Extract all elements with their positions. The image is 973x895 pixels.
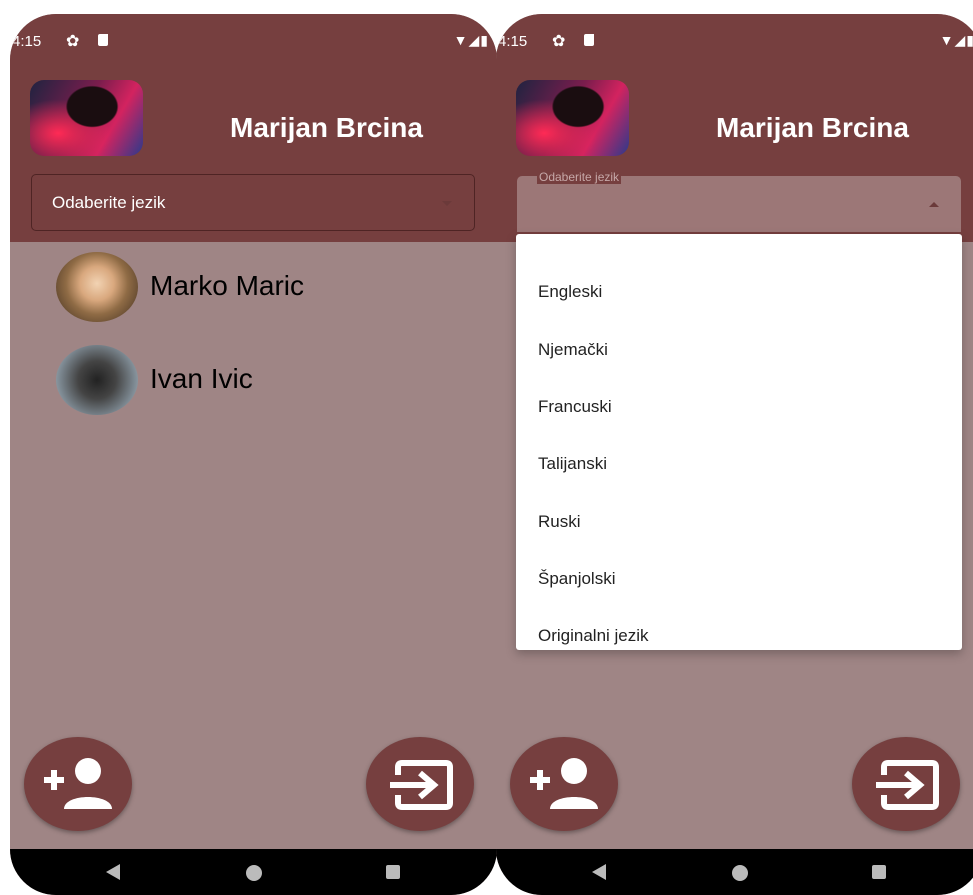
language-option[interactable]: Španjolski bbox=[538, 569, 616, 589]
add-contact-button[interactable] bbox=[24, 737, 132, 831]
wifi-signal-battery-icon: ▼◢▮ bbox=[939, 32, 973, 48]
recents-icon[interactable] bbox=[872, 865, 886, 879]
language-option[interactable]: Francuski bbox=[538, 397, 612, 417]
logout-button[interactable] bbox=[852, 737, 960, 831]
language-option[interactable]: Ruski bbox=[538, 512, 581, 532]
app-header: 4:15 ✿ ▼◢▮ Marijan Brcina Odaberite jezi… bbox=[496, 14, 973, 242]
status-time: 4:15 bbox=[12, 33, 42, 50]
exit-icon bbox=[390, 760, 453, 810]
profile-avatar[interactable] bbox=[30, 80, 143, 156]
language-option[interactable]: Engleski bbox=[538, 282, 602, 302]
system-nav-bar bbox=[496, 849, 973, 895]
app-header: 4:15 ✿ ▼◢▮ Marijan Brcina Odaberite jezi… bbox=[10, 14, 497, 242]
back-icon[interactable] bbox=[592, 864, 606, 880]
logout-button[interactable] bbox=[366, 737, 474, 831]
profile-avatar[interactable] bbox=[516, 80, 629, 156]
settings-status-icon: ✿ bbox=[552, 33, 566, 50]
contact-avatar bbox=[56, 252, 138, 322]
status-time: 4:15 bbox=[498, 33, 528, 50]
system-nav-bar bbox=[10, 849, 497, 895]
right-screen: 4:15 ✿ ▼◢▮ Marijan Brcina Odaberite jezi… bbox=[496, 14, 973, 895]
language-option[interactable]: Originalni jezik bbox=[538, 626, 649, 646]
language-menu: Engleski Njemački Francuski Talijanski R… bbox=[516, 234, 962, 650]
back-icon[interactable] bbox=[106, 864, 120, 880]
profile-name: Marijan Brcina bbox=[230, 112, 423, 143]
language-option[interactable]: Njemački bbox=[538, 340, 608, 360]
sd-card-icon bbox=[98, 34, 108, 46]
home-icon[interactable] bbox=[732, 865, 748, 881]
dropdown-arrow-up-icon bbox=[929, 202, 939, 207]
profile-name: Marijan Brcina bbox=[716, 112, 909, 143]
left-screen: 4:15 ✿ ▼◢▮ Marijan Brcina Odaberite jezi… bbox=[10, 14, 497, 895]
exit-icon bbox=[876, 760, 939, 810]
status-bar: 4:15 ✿ ▼◢▮ bbox=[496, 14, 973, 60]
status-bar: 4:15 ✿ ▼◢▮ bbox=[10, 14, 497, 60]
home-icon[interactable] bbox=[246, 865, 262, 881]
add-person-icon bbox=[44, 758, 112, 809]
contact-name: Marko Maric bbox=[150, 270, 305, 301]
add-contact-button[interactable] bbox=[510, 737, 618, 831]
contact-avatar bbox=[56, 345, 138, 415]
add-person-icon bbox=[530, 758, 598, 809]
language-option[interactable]: Talijanski bbox=[538, 454, 607, 474]
language-select-label: Odaberite jezik bbox=[537, 170, 622, 184]
settings-status-icon: ✿ bbox=[66, 33, 80, 50]
language-select[interactable]: Odaberite jezik bbox=[31, 174, 475, 231]
language-select-label: Odaberite jezik bbox=[52, 193, 166, 212]
recents-icon[interactable] bbox=[386, 865, 400, 879]
dropdown-arrow-icon bbox=[442, 201, 452, 206]
wifi-signal-battery-icon: ▼◢▮ bbox=[453, 32, 489, 48]
language-select[interactable]: Odaberite jezik bbox=[517, 170, 961, 232]
contact-name: Ivan Ivic bbox=[150, 363, 253, 394]
sd-card-icon bbox=[584, 34, 594, 46]
